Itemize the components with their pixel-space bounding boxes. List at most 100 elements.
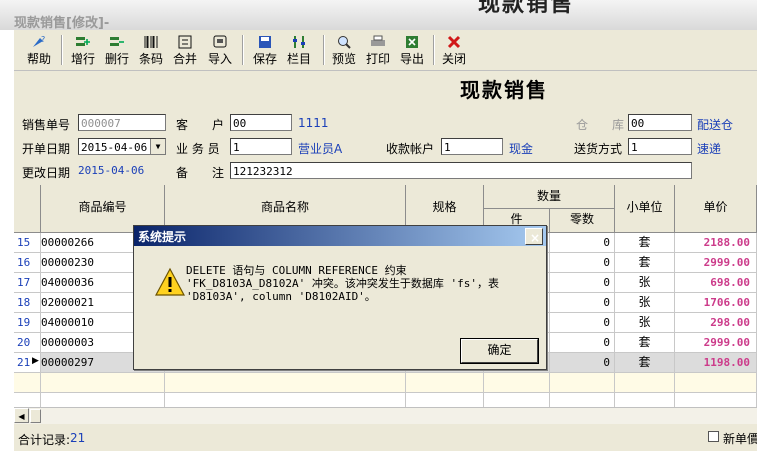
merge-icon [178,35,192,49]
scrollbar-thumb[interactable] [30,409,41,423]
barcode-button[interactable]: 条码 [136,32,166,68]
row-number-cell: 20 [14,333,41,353]
unit-cell[interactable]: 张 [615,293,675,313]
units-cell[interactable]: 0 [550,333,615,353]
empty-table-row[interactable] [14,373,757,393]
row-number-cell: 19 [14,313,41,333]
columns-button[interactable]: 栏目 [284,32,314,68]
close-button[interactable]: 关闭 [439,32,469,68]
empty-cell[interactable] [675,373,757,393]
export-button[interactable]: 导出 [397,32,427,68]
unit-cell[interactable]: 套 [615,333,675,353]
empty-cell[interactable] [550,373,615,393]
unit-cell[interactable]: 套 [615,253,675,273]
ok-button[interactable]: 确定 [461,339,538,363]
units-cell[interactable]: 0 [550,293,615,313]
unit-cell[interactable]: 套 [615,353,675,373]
price-cell[interactable]: 2188.00 [675,233,757,253]
column-header-units[interactable]: 零数 [550,209,615,233]
total-records-value: 21 [70,431,86,445]
save-button[interactable]: 保存 [250,32,280,68]
column-header-price[interactable]: 单价 [675,185,757,233]
empty-cell[interactable] [165,373,406,393]
price-cell[interactable]: 2999.00 [675,253,757,273]
empty-cell[interactable] [484,373,550,393]
unit-cell[interactable]: 张 [615,273,675,293]
current-row-pointer-icon: ▶ [32,356,39,366]
new-item-label: 新单價 [723,432,757,446]
remark-field[interactable]: 121232312 [230,162,692,179]
window-title-bar: 现款销售 现款销售[修改]- [0,0,757,31]
row-number-cell: 15 [14,233,41,253]
price-cell[interactable]: 298.00 [675,313,757,333]
units-cell[interactable]: 0 [550,273,615,293]
salesman-link[interactable]: 营业员A [298,140,342,157]
new-item-checkbox[interactable] [708,431,719,442]
empty-cell[interactable] [615,373,675,393]
add-row-label: 增行 [70,52,95,66]
units-cell[interactable]: 0 [550,353,615,373]
dialog-title: 系统提示 [138,230,187,244]
barcode-label: 条码 [138,52,163,66]
toolbar-separator [433,35,435,65]
toolbar-separator [61,35,63,65]
salesman-label: 业 务 员 [176,142,220,156]
open-date-value: 2015-04-06 [81,141,148,154]
units-cell[interactable]: 0 [550,233,615,253]
units-cell[interactable]: 0 [550,253,615,273]
preview-icon [338,36,351,49]
barcode-icon [144,36,158,48]
help-icon: ? [33,35,45,47]
horizontal-scrollbar[interactable]: ◀ [14,407,757,424]
warehouse-field[interactable]: 00 [628,114,692,131]
warehouse-link[interactable]: 配送仓 [697,116,733,133]
status-footer: 合计记录: 21 新单價 [14,424,757,451]
page-title: 现款销售 [460,78,548,102]
merge-button[interactable]: 合并 [170,32,200,68]
delivery-label: 送货方式 [574,142,623,156]
unit-cell[interactable]: 套 [615,233,675,253]
delete-row-icon [110,37,124,46]
scroll-left-arrow-icon[interactable]: ◀ [14,408,29,423]
account-link[interactable]: 现金 [509,140,533,157]
modify-date-value: 2015-04-06 [78,164,145,177]
price-cell[interactable]: 1198.00 [675,353,757,373]
open-date-picker[interactable]: 2015-04-06 ▼ [78,138,166,155]
toolbar: ? 帮助 增行 删行 条码 合并 导入 保存 栏目 预览 打印 导出 关闭 [14,30,757,71]
dialog-close-button[interactable]: × [525,228,543,245]
order-no-field[interactable]: 000007 [78,114,166,131]
delete-row-button[interactable]: 删行 [102,32,132,68]
column-header-unit[interactable]: 小单位 [615,185,675,233]
price-cell[interactable]: 698.00 [675,273,757,293]
delivery-field[interactable]: 1 [628,138,692,155]
print-button[interactable]: 打印 [363,32,393,68]
row-number-cell: 17 [14,273,41,293]
add-row-button[interactable]: 增行 [68,32,98,68]
price-cell[interactable]: 1706.00 [675,293,757,313]
account-field[interactable]: 1 [441,138,503,155]
column-header-qty[interactable]: 数量 [484,185,615,209]
empty-cell[interactable] [14,373,41,393]
close-label: 关闭 [441,52,466,66]
help-button[interactable]: ? 帮助 [22,32,56,68]
unit-cell[interactable]: 张 [615,313,675,333]
import-button[interactable]: 导入 [205,32,235,68]
open-date-label: 开单日期 [22,142,71,156]
toolbar-separator [323,35,325,65]
delivery-link[interactable]: 速递 [697,140,721,157]
export-icon [406,36,418,48]
total-records-label: 合计记录: [18,433,71,447]
price-cell[interactable]: 2999.00 [675,333,757,353]
empty-cell[interactable] [406,373,484,393]
toolbar-separator [242,35,244,65]
salesman-field[interactable]: 1 [230,138,292,155]
chevron-down-icon[interactable]: ▼ [150,139,165,154]
preview-button[interactable]: 预览 [329,32,359,68]
units-cell[interactable]: 0 [550,313,615,333]
row-number-cell: 16 [14,253,41,273]
customer-field[interactable]: 00 [230,114,292,131]
window-title: 现款销售[修改]- [14,16,110,31]
background-window-title: 现款销售 [478,0,575,17]
empty-cell[interactable] [41,373,165,393]
dialog-message-line: 'D8103A', column 'D8102AID'。 [186,290,376,303]
